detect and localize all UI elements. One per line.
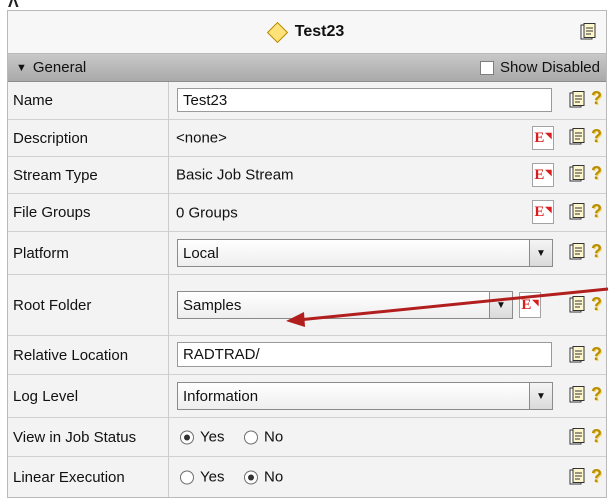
document-icon[interactable] — [569, 386, 585, 404]
property-label: View in Job Status — [8, 418, 169, 456]
radio-option-yes[interactable]: Yes — [180, 429, 224, 446]
help-icon[interactable]: ? — [591, 241, 602, 262]
document-icon[interactable] — [569, 165, 585, 183]
document-icon[interactable] — [569, 346, 585, 364]
collapse-triangle-icon[interactable]: ▼ — [16, 62, 27, 74]
document-icon[interactable] — [569, 468, 585, 486]
help-icon[interactable]: ? — [591, 201, 602, 222]
property-label: Name — [8, 82, 169, 119]
document-icon[interactable] — [569, 128, 585, 146]
root-folder-select[interactable]: Samples ▼ — [177, 291, 513, 319]
document-icon[interactable] — [569, 296, 585, 314]
property-row-view-in-job-status: View in Job Status Yes No ? — [8, 418, 606, 457]
chevron-down-icon[interactable]: ▼ — [529, 383, 552, 409]
property-row-description: Description <none> E ◥ ? — [8, 120, 606, 157]
help-icon[interactable]: ? — [591, 88, 602, 109]
show-disabled-checkbox[interactable] — [479, 60, 494, 75]
property-row-file-groups: File Groups 0 Groups E ◥ ? — [8, 194, 606, 232]
radio-button[interactable] — [244, 430, 258, 444]
help-icon[interactable]: ? — [591, 426, 602, 447]
diamond-icon — [266, 21, 288, 43]
property-label: Log Level — [8, 375, 169, 417]
help-icon[interactable]: ? — [591, 294, 602, 315]
property-label: Root Folder — [8, 275, 169, 335]
radio-option-no[interactable]: No — [244, 469, 283, 486]
document-icon[interactable] — [569, 91, 585, 109]
property-row-relative-location: Relative Location RADTRAD/ ? — [8, 336, 606, 375]
description-value: <none> — [176, 129, 227, 147]
edit-button[interactable]: E ◥ — [532, 163, 554, 187]
corner-artifact: Ʌ — [8, 0, 19, 11]
name-input[interactable]: Test23 — [177, 88, 552, 112]
properties-panel: Test23 ▼ General Show Disabled Name Test… — [7, 10, 607, 498]
help-icon[interactable]: ? — [591, 126, 602, 147]
radio-button[interactable] — [244, 470, 258, 484]
help-icon[interactable]: ? — [591, 163, 602, 184]
edit-button[interactable]: E ◥ — [532, 200, 554, 224]
panel-title-bar: Test23 — [8, 11, 606, 54]
property-row-stream-type: Stream Type Basic Job Stream E ◥ ? — [8, 157, 606, 194]
property-row-log-level: Log Level Information ▼ ? — [8, 375, 606, 418]
document-icon[interactable] — [569, 428, 585, 446]
chevron-down-icon[interactable]: ▼ — [489, 292, 512, 318]
relative-location-input[interactable]: RADTRAD/ — [177, 342, 552, 367]
section-title: General — [32, 59, 87, 76]
show-disabled-toggle[interactable]: Show Disabled — [479, 59, 600, 76]
panel-title: Test23 — [294, 23, 345, 40]
property-row-platform: Platform Local ▼ ? — [8, 232, 606, 275]
edit-button[interactable]: E ◥ — [519, 292, 541, 318]
document-icon[interactable] — [569, 203, 585, 221]
document-icon[interactable] — [580, 23, 596, 41]
help-icon[interactable]: ? — [591, 384, 602, 405]
edit-button[interactable]: E ◥ — [532, 126, 554, 150]
platform-select[interactable]: Local ▼ — [177, 239, 553, 267]
radio-option-yes[interactable]: Yes — [180, 469, 224, 486]
log-level-select[interactable]: Information ▼ — [177, 382, 553, 410]
property-row-root-folder: Root Folder Samples ▼ E ◥ ? — [8, 275, 606, 336]
document-icon[interactable] — [569, 243, 585, 261]
property-label: Description — [8, 120, 169, 156]
radio-button[interactable] — [180, 430, 194, 444]
help-icon[interactable]: ? — [591, 344, 602, 365]
property-label: Relative Location — [8, 336, 169, 374]
file-groups-value: 0 Groups — [176, 204, 238, 221]
radio-button[interactable] — [180, 470, 194, 484]
chevron-down-icon[interactable]: ▼ — [529, 240, 552, 266]
section-header-general[interactable]: ▼ General Show Disabled — [8, 54, 606, 82]
help-icon[interactable]: ? — [591, 466, 602, 487]
show-disabled-label: Show Disabled — [499, 59, 600, 76]
radio-option-no[interactable]: No — [244, 429, 283, 446]
property-row-name: Name Test23 ? — [8, 82, 606, 120]
property-label: Platform — [8, 232, 169, 274]
property-label: Linear Execution — [8, 457, 169, 497]
property-label: Stream Type — [8, 157, 169, 193]
property-label: File Groups — [8, 194, 169, 231]
property-row-linear-execution: Linear Execution Yes No ? — [8, 457, 606, 497]
stream-type-value: Basic Job Stream — [176, 166, 294, 184]
